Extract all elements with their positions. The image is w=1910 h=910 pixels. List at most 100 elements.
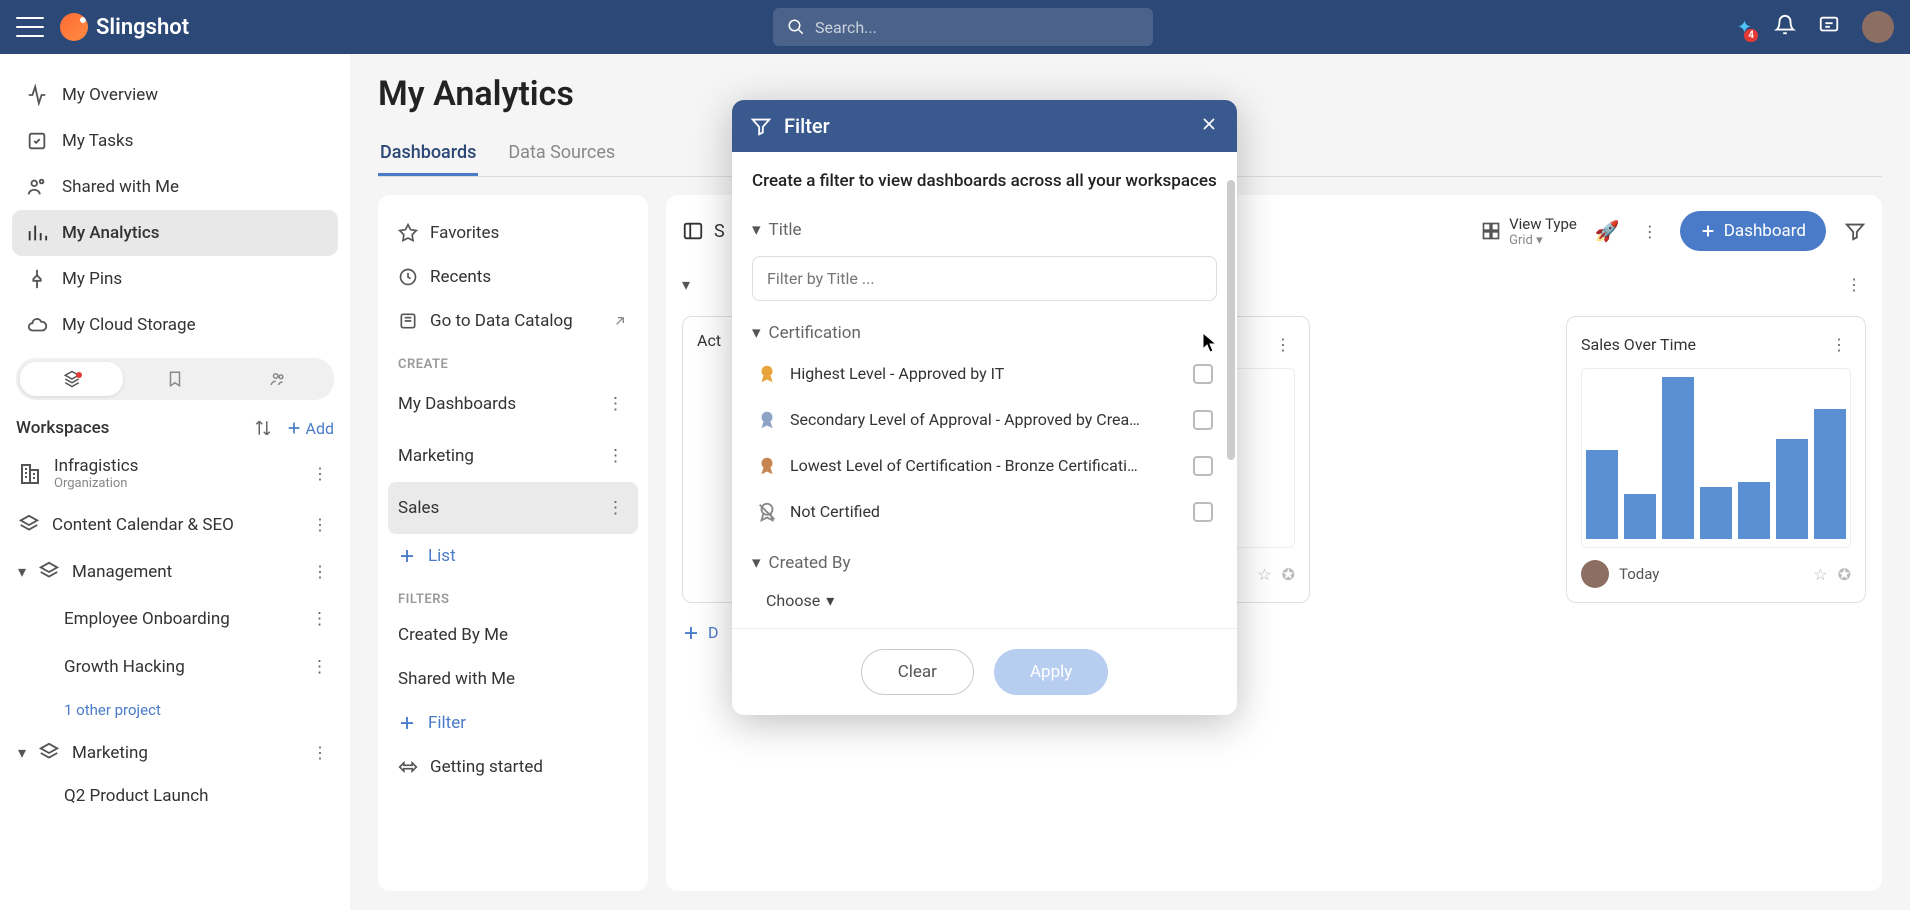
view-type-selector[interactable]: View TypeGrid ▾ — [1481, 215, 1577, 248]
filter-modal: Filter Create a filter to view dashboard… — [732, 100, 1237, 715]
filter-toggle-icon[interactable] — [1844, 220, 1866, 242]
checkbox[interactable] — [1193, 502, 1213, 522]
apply-button[interactable]: Apply — [994, 649, 1108, 695]
workspace-marketing[interactable]: ▾ Marketing ⋮ — [12, 729, 338, 776]
panel-data-catalog[interactable]: Go to Data Catalog — [388, 299, 638, 343]
panel-favorites[interactable]: Favorites — [388, 211, 638, 255]
panel-created-by-me[interactable]: Created By Me — [388, 613, 638, 657]
cert-option-secondary[interactable]: Secondary Level of Approval - Approved b… — [752, 397, 1217, 443]
workspace-add-button[interactable]: Add — [286, 419, 334, 438]
bell-icon[interactable] — [1774, 14, 1796, 40]
user-avatar[interactable] — [1862, 11, 1894, 43]
filter-section-certification[interactable]: ▾Certification — [752, 315, 1217, 351]
more-icon[interactable]: ⋮ — [603, 494, 628, 522]
seg-bookmark[interactable] — [123, 362, 226, 396]
workspace-management[interactable]: ▾ Management ⋮ — [12, 548, 338, 595]
checkbox[interactable] — [1193, 410, 1213, 430]
scrollbar-track[interactable] — [1227, 170, 1235, 628]
cert-icon[interactable]: ✪ — [1838, 565, 1851, 584]
more-icon[interactable]: ⋮ — [308, 460, 332, 487]
panel-toggle-icon[interactable] — [682, 220, 704, 242]
search-input[interactable] — [815, 18, 1139, 37]
created-by-choose[interactable]: Choose▾ — [752, 581, 1217, 620]
dashboard-card-sales-over-time[interactable]: Sales Over Time⋮ Today ☆ ✪ — [1566, 316, 1866, 603]
more-icon[interactable]: ⋮ — [1827, 331, 1851, 358]
workspace-content-calendar[interactable]: Content Calendar & SEO ⋮ — [12, 501, 338, 548]
nav-shared-with-me[interactable]: Shared with Me — [12, 164, 338, 210]
cert-icon[interactable]: ✪ — [1282, 565, 1295, 584]
scrollbar-thumb[interactable] — [1227, 180, 1235, 460]
new-dashboard-button[interactable]: Dashboard — [1680, 211, 1826, 251]
ai-sparkle-icon[interactable]: ✦4 — [1737, 17, 1752, 38]
more-icon[interactable]: ⋮ — [603, 390, 628, 418]
more-icon[interactable]: ⋮ — [1842, 271, 1866, 298]
cert-option-not-certified[interactable]: Not Certified — [752, 489, 1217, 535]
clear-button[interactable]: Clear — [861, 649, 974, 695]
more-icon[interactable]: ⋮ — [308, 558, 332, 585]
workspace-employee-onboarding[interactable]: Employee Onboarding⋮ — [12, 595, 338, 643]
sort-icon[interactable] — [254, 419, 272, 437]
filter-section-created-by[interactable]: ▾Created By — [752, 545, 1217, 581]
chevron-down-icon[interactable]: ▾ — [18, 562, 26, 581]
chevron-down-icon: ▾ — [752, 553, 761, 573]
cert-option-highest[interactable]: Highest Level - Approved by IT — [752, 351, 1217, 397]
more-icon[interactable]: ⋮ — [307, 653, 332, 681]
chart-bar — [1700, 487, 1732, 539]
close-icon[interactable] — [1199, 114, 1219, 138]
seg-layers[interactable] — [20, 362, 123, 396]
more-icon[interactable]: ⋮ — [308, 739, 332, 766]
more-icon[interactable]: ⋮ — [603, 442, 628, 470]
checkbox[interactable] — [1193, 456, 1213, 476]
more-icon[interactable]: ⋮ — [307, 605, 332, 633]
star-icon[interactable]: ☆ — [1813, 565, 1827, 584]
workspace-other-projects[interactable]: 1 other project — [12, 691, 338, 729]
sidebar: My Overview My Tasks Shared with Me My A… — [0, 54, 350, 910]
modal-description: Create a filter to view dashboards acros… — [752, 170, 1217, 194]
search-icon — [787, 18, 805, 36]
workspace-infragistics[interactable]: InfragisticsOrganization ⋮ — [12, 446, 338, 501]
ribbon-none-icon — [756, 501, 778, 523]
filter-title-input[interactable] — [752, 256, 1217, 301]
chevron-down-icon[interactable]: ▾ — [682, 275, 690, 294]
workspace-growth-hacking[interactable]: Growth Hacking⋮ — [12, 643, 338, 691]
search-box[interactable] — [773, 8, 1153, 46]
cert-option-lowest[interactable]: Lowest Level of Certification - Bronze C… — [752, 443, 1217, 489]
nav-my-analytics[interactable]: My Analytics — [12, 210, 338, 256]
more-icon[interactable]: ⋮ — [308, 511, 332, 538]
chevron-down-icon[interactable]: ▾ — [18, 743, 26, 762]
tab-data-sources[interactable]: Data Sources — [506, 132, 617, 176]
chat-icon[interactable] — [1818, 14, 1840, 40]
create-header: CREATE — [388, 343, 638, 378]
analytics-side-panel: Favorites Recents Go to Data Catalog CRE… — [378, 195, 648, 891]
breadcrumb-sales: S — [714, 221, 725, 242]
segmented-control — [16, 358, 334, 400]
panel-getting-started[interactable]: Getting started — [388, 745, 638, 789]
nav-my-cloud-storage[interactable]: My Cloud Storage — [12, 302, 338, 348]
checkbox[interactable] — [1193, 364, 1213, 384]
panel-sales[interactable]: Sales⋮ — [388, 482, 638, 534]
author-avatar — [1581, 560, 1609, 588]
more-icon[interactable]: ⋮ — [1271, 331, 1295, 358]
panel-my-dashboards[interactable]: My Dashboards⋮ — [388, 378, 638, 430]
more-icon[interactable]: ⋮ — [1638, 218, 1662, 245]
workspace-q2-product-launch[interactable]: Q2 Product Launch — [12, 776, 338, 816]
panel-shared-with-me[interactable]: Shared with Me — [388, 657, 638, 701]
panel-recents[interactable]: Recents — [388, 255, 638, 299]
panel-add-filter[interactable]: Filter — [388, 701, 638, 745]
star-icon[interactable]: ☆ — [1257, 565, 1271, 584]
filter-section-title[interactable]: ▾Title — [752, 212, 1217, 248]
menu-icon[interactable] — [16, 17, 44, 37]
panel-marketing[interactable]: Marketing⋮ — [388, 430, 638, 482]
panel-add-list[interactable]: List — [388, 534, 638, 578]
chevron-down-icon: ▾ — [826, 591, 834, 610]
layers-icon — [18, 514, 40, 536]
nav-my-pins[interactable]: My Pins — [12, 256, 338, 302]
nav-my-overview[interactable]: My Overview — [12, 72, 338, 118]
seg-people[interactable] — [227, 362, 330, 396]
nav-my-tasks[interactable]: My Tasks — [12, 118, 338, 164]
rocket-icon[interactable]: 🚀 — [1595, 219, 1620, 243]
tab-dashboards[interactable]: Dashboards — [378, 132, 478, 176]
ribbon-bronze-icon — [756, 455, 778, 477]
brand[interactable]: Slingshot — [60, 13, 189, 41]
notif-badge: 4 — [1744, 29, 1758, 42]
